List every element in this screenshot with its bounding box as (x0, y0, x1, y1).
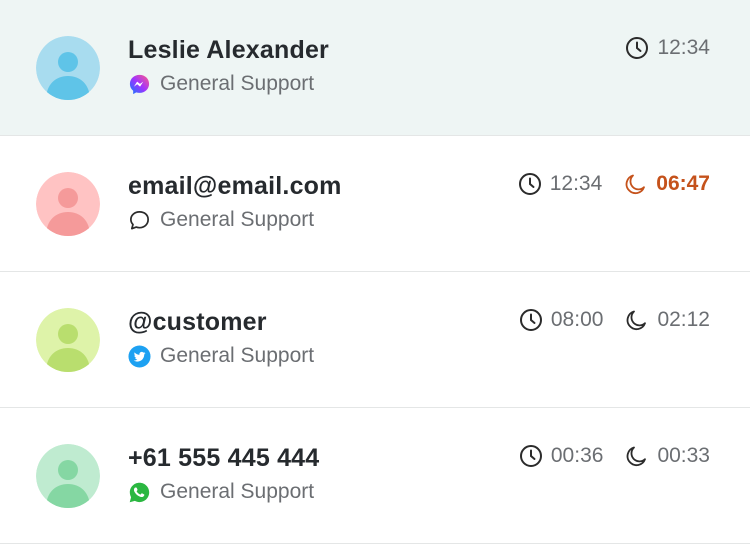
channel-info: General Support (128, 344, 314, 368)
wait-time-value: 08:00 (550, 308, 604, 331)
wait-time: 12:34 (518, 172, 603, 196)
time-indicators: 12:34 06:47 (518, 172, 710, 196)
whatsapp-icon (128, 481, 151, 504)
conversation-row[interactable]: +61 555 445 444 General Support 00:36 00… (0, 408, 750, 544)
avatar (36, 308, 100, 372)
avatar (36, 444, 100, 508)
channel-label: General Support (160, 72, 315, 95)
moon-icon (625, 174, 646, 194)
moon-icon (627, 310, 647, 330)
channel-info: General Support (128, 480, 314, 504)
contact-name: email@email.com (128, 172, 342, 200)
wait-time: 00:36 (519, 444, 604, 468)
clock-icon (626, 37, 649, 59)
contact-name: @customer (128, 308, 267, 336)
wait-time: 12:34 (625, 36, 710, 60)
channel-label: General Support (160, 480, 315, 503)
clock-icon (519, 445, 542, 467)
conversation-row[interactable]: Leslie Alexander General Support 12:34 (0, 0, 750, 136)
moon-icon (627, 446, 647, 466)
channel-info: General Support (128, 72, 314, 96)
conversation-row[interactable]: email@email.com General Support 12:34 06… (0, 136, 750, 272)
sla-time: 02:12 (625, 308, 710, 332)
wait-time: 08:00 (519, 308, 604, 332)
conversation-row[interactable]: @customer General Support 08:00 02:12 (0, 272, 750, 408)
wait-time-value: 12:34 (657, 36, 710, 59)
time-indicators: 12:34 (625, 36, 710, 60)
time-indicators: 00:36 00:33 (519, 444, 710, 468)
contact-name: +61 555 445 444 (128, 444, 320, 472)
clock-icon (518, 173, 541, 195)
sla-time-value: 06:47 (656, 172, 710, 195)
avatar (36, 36, 100, 100)
chat-bubble-icon (128, 209, 151, 232)
channel-label: General Support (160, 344, 315, 367)
conversation-list: Leslie Alexander General Support 12:34 e… (0, 0, 750, 544)
wait-time-value: 12:34 (549, 172, 603, 195)
contact-name: Leslie Alexander (128, 36, 329, 64)
messenger-icon (128, 73, 151, 96)
time-indicators: 08:00 02:12 (519, 308, 710, 332)
twitter-icon (128, 344, 151, 368)
clock-icon (519, 309, 542, 331)
channel-info: General Support (128, 208, 314, 232)
wait-time-value: 00:36 (550, 444, 604, 467)
sla-time: 00:33 (625, 444, 710, 468)
channel-label: General Support (160, 208, 315, 231)
avatar (36, 172, 100, 236)
sla-time-value: 00:33 (657, 444, 710, 467)
sla-time: 06:47 (624, 172, 710, 196)
sla-time-value: 02:12 (657, 308, 710, 331)
